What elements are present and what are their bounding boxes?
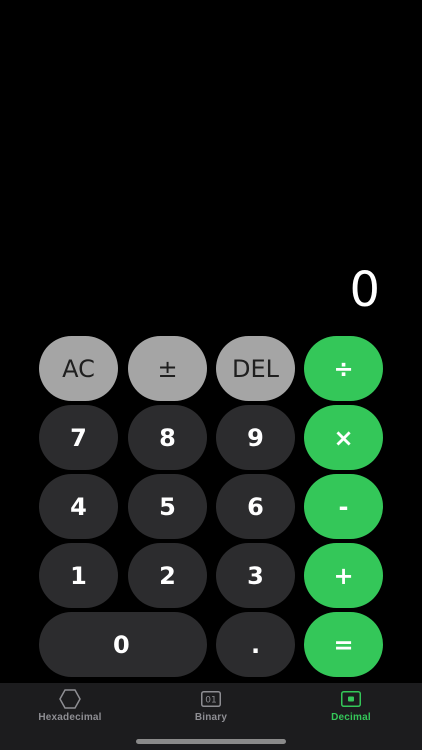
all-clear-button[interactable]: AC: [39, 336, 118, 401]
digit-4-button[interactable]: 4: [39, 474, 118, 539]
digit-0-button[interactable]: 0: [39, 612, 207, 677]
decimal-point-button[interactable]: .: [216, 612, 295, 677]
svg-text:01: 01: [205, 696, 216, 706]
multiply-button[interactable]: ×: [304, 405, 383, 470]
digit-1-button[interactable]: 1: [39, 543, 118, 608]
digit-3-button[interactable]: 3: [216, 543, 295, 608]
plus-minus-button[interactable]: ±: [128, 336, 207, 401]
result-display: 0: [349, 262, 380, 318]
tab-binary[interactable]: 01 Binary: [156, 683, 266, 731]
add-button[interactable]: +: [304, 543, 383, 608]
subtract-button[interactable]: -: [304, 474, 383, 539]
binary-01-icon: 01: [201, 689, 221, 709]
tab-label-binary: Binary: [194, 712, 228, 723]
digit-2-button[interactable]: 2: [128, 543, 207, 608]
tab-decimal[interactable]: Decimal: [296, 683, 406, 731]
digit-8-button[interactable]: 8: [128, 405, 207, 470]
tab-hexadecimal[interactable]: Hexadecimal: [15, 683, 125, 731]
divide-button[interactable]: ÷: [304, 336, 383, 401]
digit-7-button[interactable]: 7: [39, 405, 118, 470]
delete-button[interactable]: DEL: [216, 336, 295, 401]
digit-5-button[interactable]: 5: [128, 474, 207, 539]
tab-label-decimal: Decimal: [331, 712, 371, 723]
tab-label-hexadecimal: Hexadecimal: [38, 712, 102, 723]
hexagon-icon: [59, 689, 81, 709]
home-indicator[interactable]: [136, 739, 286, 744]
decimal-square-icon: [341, 689, 361, 709]
equals-button[interactable]: =: [304, 612, 383, 677]
digit-6-button[interactable]: 6: [216, 474, 295, 539]
digit-9-button[interactable]: 9: [216, 405, 295, 470]
